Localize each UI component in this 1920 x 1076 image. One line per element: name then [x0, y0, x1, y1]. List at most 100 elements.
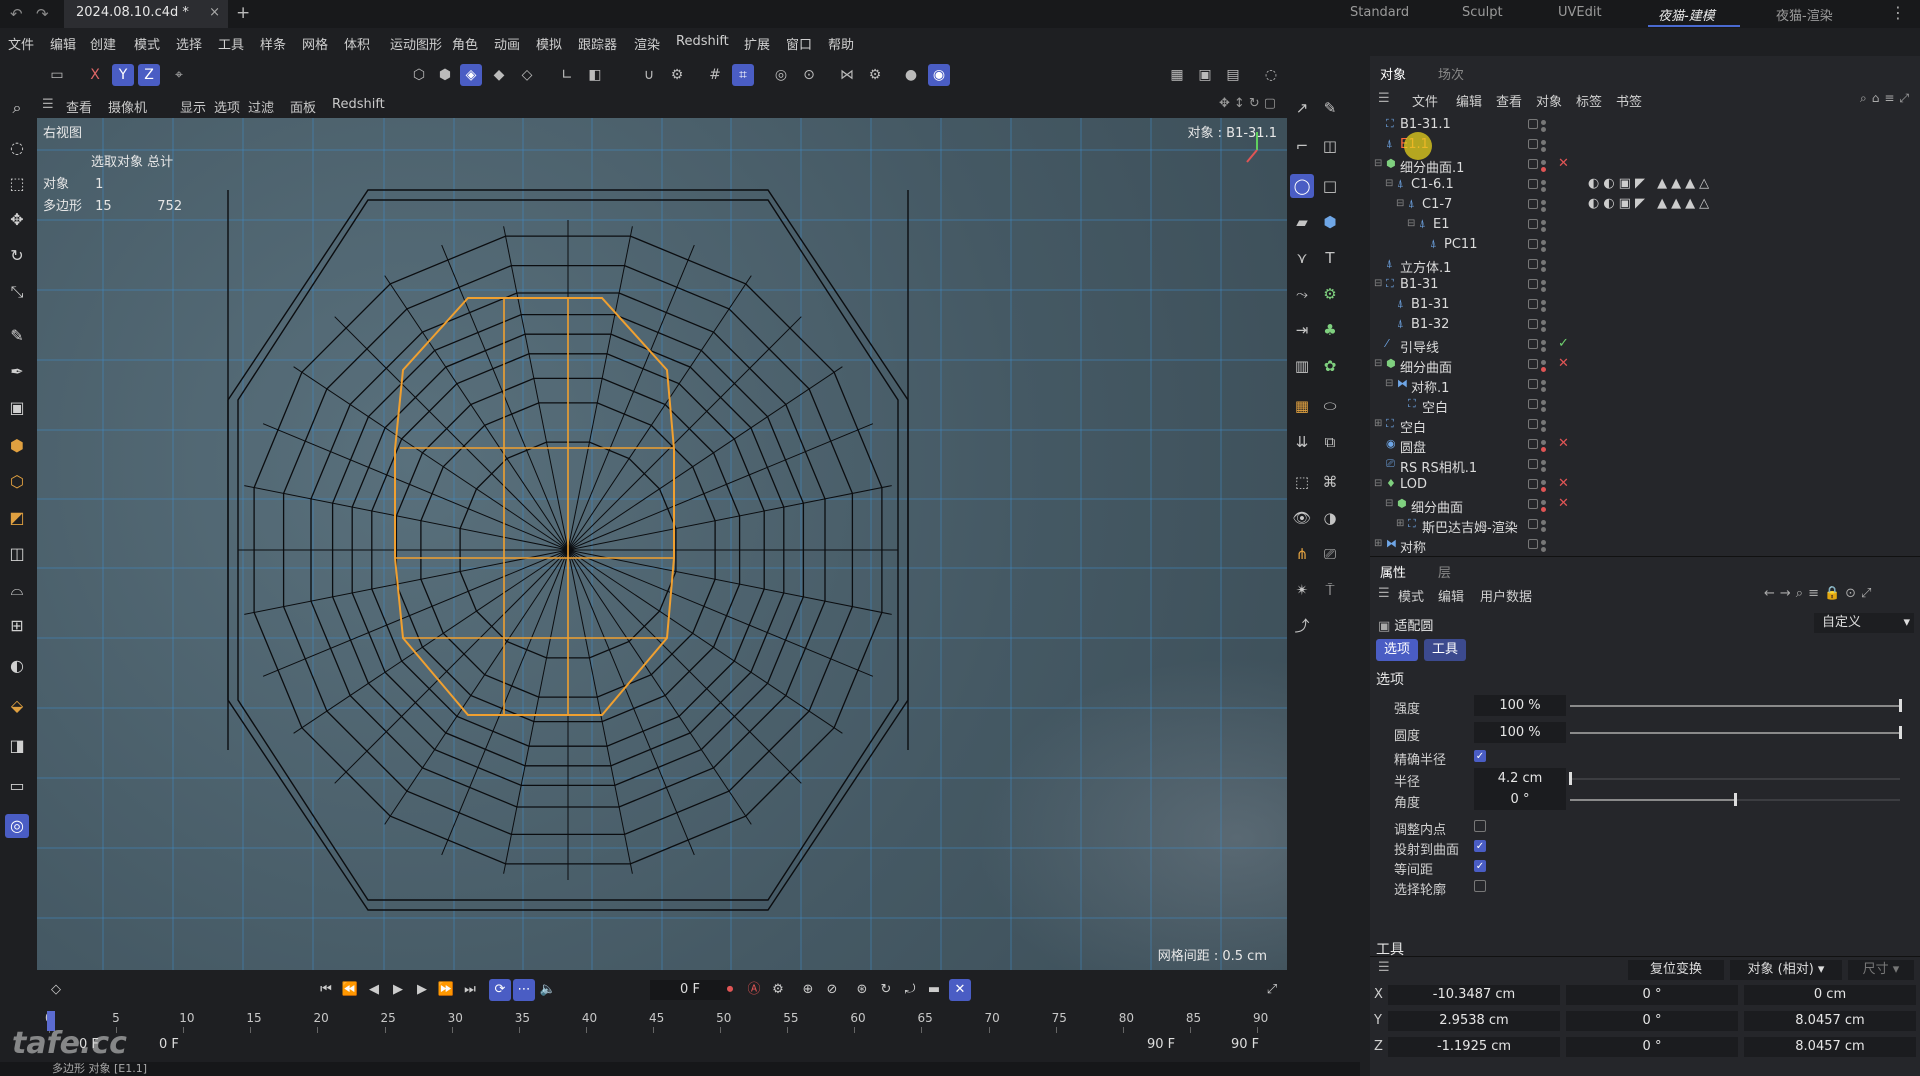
coord-size-field[interactable]: 8.0457 cm: [1744, 1037, 1916, 1057]
render-visibility-dot[interactable]: [1541, 327, 1546, 332]
coord-pos-field[interactable]: 2.9538 cm: [1388, 1011, 1560, 1031]
menu-item[interactable]: 文件: [8, 34, 34, 53]
menu-item[interactable]: 创建: [90, 34, 116, 53]
snap-grid-icon[interactable]: ⌗: [732, 64, 754, 86]
render-visibility-dot[interactable]: [1541, 507, 1546, 512]
object-tags[interactable]: ◐◐▣◤ ▲▲▲△: [1588, 196, 1713, 211]
move-icon[interactable]: ✥: [5, 208, 29, 232]
editor-visibility-dot[interactable]: [1541, 120, 1546, 125]
circle-tool-icon[interactable]: ◯: [1290, 174, 1314, 198]
coord-rot-field[interactable]: 0 °: [1566, 1037, 1738, 1057]
magnet-icon[interactable]: ∪: [638, 64, 660, 86]
layout-tab-uvedit[interactable]: UVEdit: [1558, 5, 1602, 20]
grid-points-icon[interactable]: ▦: [1290, 394, 1314, 418]
corner-icon[interactable]: ⌐: [1290, 134, 1314, 158]
weld-icon[interactable]: ⊞: [5, 614, 29, 638]
bridge-icon[interactable]: ◫: [5, 542, 29, 566]
prev-frame-icon[interactable]: ◀: [363, 979, 385, 1001]
object-row[interactable]: ⊟ ⧓ 对称.1: [1370, 376, 1910, 396]
layer-swatch[interactable]: [1528, 419, 1538, 429]
points-mode-icon[interactable]: ⬡: [408, 64, 430, 86]
property-value-field[interactable]: 4.2 cm: [1474, 768, 1566, 789]
edges-mode-icon[interactable]: ⬢: [434, 64, 456, 86]
isolate-icon[interactable]: ●: [900, 64, 922, 86]
snap-icon[interactable]: #: [704, 64, 726, 86]
layer-swatch[interactable]: [1528, 279, 1538, 289]
enabled-check-icon[interactable]: ✓: [1558, 336, 1569, 351]
expand-toggle-icon[interactable]: ⊟: [1385, 498, 1393, 509]
render-visibility-dot[interactable]: [1541, 487, 1546, 492]
slider-knob[interactable]: [1569, 772, 1572, 785]
object-menu-icon[interactable]: ☰: [1378, 91, 1390, 106]
polygon-pen-icon[interactable]: ⬙: [5, 694, 29, 718]
menu-item[interactable]: 模式: [134, 34, 160, 53]
property-checkbox[interactable]: [1474, 820, 1486, 832]
attr-menu-userdata[interactable]: 用户数据: [1480, 586, 1532, 605]
viewport-nav-icons[interactable]: ✥↕↻▢: [1219, 96, 1280, 111]
object-row[interactable]: ◉ 圆盘 ✕: [1370, 436, 1910, 456]
cloner-icon[interactable]: ♣: [1318, 318, 1342, 342]
menu-item[interactable]: 工具: [218, 34, 244, 53]
render-visibility-dot[interactable]: [1541, 167, 1546, 172]
menu-item[interactable]: 编辑: [50, 34, 76, 53]
expand-toggle-icon[interactable]: ⊞: [1374, 418, 1382, 429]
text-icon[interactable]: T: [1318, 246, 1342, 270]
tab-layers[interactable]: 层: [1438, 562, 1451, 581]
symmetry-settings-icon[interactable]: ⚙: [864, 64, 886, 86]
tab-attributes[interactable]: 属性: [1380, 562, 1406, 581]
coord-size-field[interactable]: 8.0457 cm: [1744, 1011, 1916, 1031]
expand-toggle-icon[interactable]: ⊞: [1374, 538, 1382, 549]
array-icon[interactable]: ⇊: [1290, 430, 1314, 454]
play-icon[interactable]: ▶: [387, 979, 409, 1001]
render-visibility-dot[interactable]: [1541, 207, 1546, 212]
expand-toggle-icon[interactable]: ⊟: [1374, 358, 1382, 369]
tweak-mode-icon[interactable]: ◧: [584, 64, 606, 86]
object-row[interactable]: ⊟ ⬢ 细分曲面 ✕: [1370, 356, 1910, 376]
object-menu-item[interactable]: 对象: [1536, 91, 1562, 110]
viewport-menu-item[interactable]: 摄像机: [108, 97, 147, 116]
object-row[interactable]: ⊟ ⍋ C1-6.1 ◐◐▣◤ ▲▲▲△: [1370, 176, 1910, 196]
tool-button[interactable]: 工具: [1424, 639, 1466, 661]
loop-cut-icon[interactable]: ⌓: [5, 578, 29, 602]
editor-visibility-dot[interactable]: [1541, 160, 1546, 165]
coord-pos-field[interactable]: -1.1925 cm: [1388, 1037, 1560, 1057]
object-row[interactable]: ⍋E1.1: [1370, 136, 1910, 156]
object-row[interactable]: ⍋ B1-32: [1370, 316, 1910, 336]
plane-icon[interactable]: ⬭: [1318, 394, 1342, 418]
render-visibility-dot[interactable]: [1541, 407, 1546, 412]
layer-swatch[interactable]: [1528, 499, 1538, 509]
object-row[interactable]: ⊟ ⬢ 细分曲面 ✕: [1370, 496, 1910, 516]
current-frame-field[interactable]: 0 F: [650, 980, 730, 1000]
bend-icon[interactable]: ⤳: [1290, 282, 1314, 306]
menu-item[interactable]: 样条: [260, 34, 286, 53]
size-mode-dropdown[interactable]: 尺寸 ▾: [1848, 960, 1914, 980]
render-visibility-dot[interactable]: [1541, 267, 1546, 272]
polygons-mode-icon[interactable]: ◈: [460, 64, 482, 86]
frame-icon[interactable]: ▣: [5, 396, 29, 420]
options-button[interactable]: 选项: [1376, 639, 1418, 661]
object-row[interactable]: ⊞ ⛶ 空白: [1370, 416, 1910, 436]
object-row[interactable]: ⎚ RS RS相机.1: [1370, 456, 1910, 476]
pen-icon[interactable]: ✒: [5, 360, 29, 384]
generator-icon[interactable]: ⚙: [1318, 282, 1342, 306]
coord-size-field[interactable]: 0 cm: [1744, 985, 1916, 1005]
layer-swatch[interactable]: [1528, 339, 1538, 349]
layer-swatch[interactable]: [1528, 359, 1538, 369]
preset-dropdown[interactable]: 自定义 ▾: [1814, 613, 1914, 633]
cube-icon[interactable]: ⬢: [5, 434, 29, 458]
menu-item[interactable]: 渲染: [634, 34, 660, 53]
editor-visibility-dot[interactable]: [1541, 360, 1546, 365]
layer-swatch[interactable]: [1528, 379, 1538, 389]
property-value-field[interactable]: 100 %: [1474, 722, 1566, 743]
viewport-menu-item[interactable]: 显示: [180, 97, 206, 116]
tab-objects[interactable]: 对象: [1380, 64, 1406, 83]
menu-item[interactable]: 跟踪器: [578, 34, 617, 53]
menu-item[interactable]: 角色: [452, 34, 478, 53]
export-icon[interactable]: ⤴: [1290, 614, 1314, 638]
keyframe-selection-icon[interactable]: ⚙: [767, 979, 789, 1001]
menu-item[interactable]: 运动图形: [390, 34, 442, 53]
property-checkbox[interactable]: ✓: [1474, 750, 1486, 762]
new-tab-icon[interactable]: +: [236, 3, 250, 23]
reset-transform-button[interactable]: 复位变换: [1628, 960, 1724, 980]
menu-item[interactable]: 帮助: [828, 34, 854, 53]
